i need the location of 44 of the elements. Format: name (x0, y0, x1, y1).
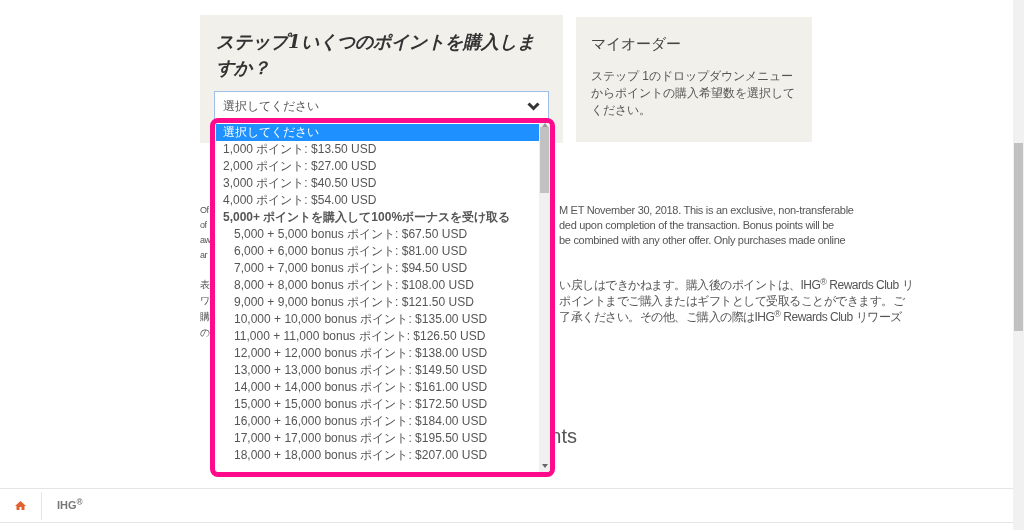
paragraph-fragment: 表 (200, 278, 210, 292)
points-select[interactable]: 選択してください (214, 91, 549, 121)
dropdown-option[interactable]: 5,000 + 5,000 bonus ポイント: $67.50 USD (216, 226, 539, 243)
dropdown-option[interactable]: 16,000 + 16,000 bonus ポイント: $184.00 USD (216, 413, 539, 430)
dropdown-option[interactable]: 3,000 ポイント: $40.50 USD (216, 175, 539, 192)
dropdown-option[interactable]: 6,000 + 6,000 bonus ポイント: $81.00 USD (216, 243, 539, 260)
dropdown-option[interactable]: 1,000 ポイント: $13.50 USD (216, 141, 539, 158)
order-text: ステップ 1のドロップダウンメニューからポイントの購入希望数を選択してください。 (591, 67, 796, 119)
paragraph-fragment: 了承ください。その他、ご購入の際はIHG$^{®}$ Rewards Club リワーズ (559, 309, 902, 325)
paragraph-fragment: ワ (200, 294, 210, 308)
page-scroll-thumb[interactable] (1014, 143, 1023, 331)
scrollbar[interactable] (539, 123, 550, 472)
dropdown-option[interactable]: 17,000 + 17,000 bonus ポイント: $195.50 USD (216, 430, 539, 447)
dropdown-option[interactable]: 4,000 ポイント: $54.00 USD (216, 192, 539, 209)
paragraph-fragment: 購 (200, 310, 210, 324)
option-group-label: 5,000+ ポイントを購入して100%ボーナスを受け取る (222, 209, 512, 226)
order-title: マイオーダー (591, 34, 682, 54)
chevron-down-icon (527, 101, 540, 111)
dropdown-option[interactable]: 10,000 + 10,000 bonus ポイント: $135.00 USD (216, 311, 539, 328)
dropdown-option[interactable]: 15,000 + 15,000 bonus ポイント: $172.50 USD (216, 396, 539, 413)
dropdown-option[interactable]: 18,000 + 18,000 bonus ポイント: $207.00 USD (216, 447, 539, 464)
paragraph-fragment: ar (200, 249, 207, 262)
paragraph-fragment: ポイントまでご購入またはギフトとして受取ることができます。ご (559, 293, 904, 309)
dropdown-option[interactable]: 13,000 + 13,000 bonus ポイント: $149.50 USD (216, 362, 539, 379)
paragraph-fragment: い戻しはできかねます。購入後のポイントは、IHG$^{®}$ Rewards Club リ (559, 277, 913, 293)
paragraph-fragment: of (200, 219, 207, 232)
breadcrumb-link[interactable]: IHG$^{®}$ (57, 497, 83, 514)
dropdown-option[interactable]: 14,000 + 14,000 bonus ポイント: $161.00 USD (216, 379, 539, 396)
scroll-down-icon[interactable] (541, 464, 548, 468)
paragraph-fragment: の (200, 326, 210, 340)
scroll-thumb[interactable] (540, 127, 549, 193)
paragraph-fragment: ded upon completion of the transaction. Bonus points will be (559, 218, 834, 233)
page-scrollbar[interactable] (1013, 0, 1024, 530)
paragraph-fragment: Of (200, 204, 209, 217)
dropdown-option[interactable]: 2,000 ポイント: $27.00 USD (216, 158, 539, 175)
home-icon[interactable] (15, 501, 26, 510)
dropdown-option[interactable]: 11,000 + 11,000 bonus ポイント: $126.50 USD (216, 328, 539, 345)
dropdown-option[interactable]: 12,000 + 12,000 bonus ポイント: $138.00 USD (216, 345, 539, 362)
paragraph-fragment: be combined with any other offer. Only purchases made online (559, 233, 846, 248)
dropdown-option[interactable]: 9,000 + 9,000 bonus ポイント: $121.50 USD (216, 294, 539, 311)
dropdown-option[interactable]: 7,000 + 7,000 bonus ポイント: $94.50 USD (216, 260, 539, 277)
paragraph-fragment: M ET November 30, 2018. This is an exclusive, non-transferable (559, 203, 854, 218)
dropdown-option[interactable]: 8,000 + 8,000 bonus ポイント: $108.00 USD (216, 277, 539, 294)
step-title: ステップ1いくつのポイントを購入しますか？ (215, 30, 536, 80)
